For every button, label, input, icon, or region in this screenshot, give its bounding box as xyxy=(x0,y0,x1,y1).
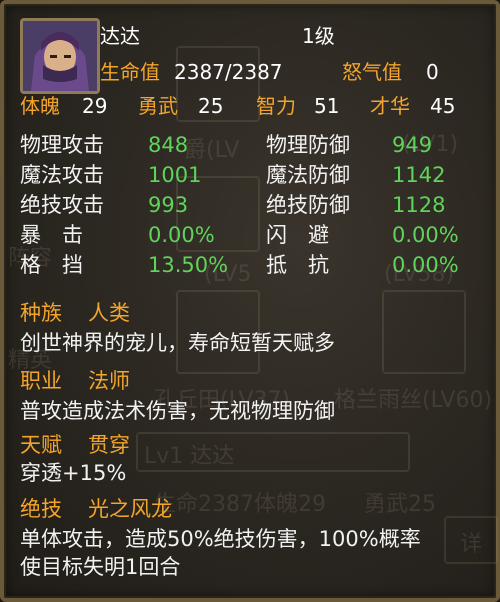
talent-header: 天赋 xyxy=(20,433,62,457)
race-name: 人类 xyxy=(88,301,130,325)
combat-label-mag-atk: 魔法攻击 xyxy=(20,163,104,187)
combat-label-mag-def: 魔法防御 xyxy=(266,163,350,187)
rage-value: 0 xyxy=(426,60,439,84)
stat-label-physique: 体魄 xyxy=(20,94,60,118)
combat-label-block: 格 挡 xyxy=(20,253,83,277)
combat-value-mag-def: 1142 xyxy=(392,163,446,187)
stat-value-intelligence: 51 xyxy=(314,94,340,118)
combat-label-resist: 抵 抗 xyxy=(266,253,329,277)
character-avatar[interactable] xyxy=(20,18,100,94)
stat-value-talent: 45 xyxy=(430,94,456,118)
stat-label-talent: 才华 xyxy=(370,94,410,118)
combat-value-skill-atk: 993 xyxy=(148,193,189,217)
background-text: 体魄29 xyxy=(254,492,326,517)
job-name: 法师 xyxy=(88,369,130,393)
avatar-portrait-icon xyxy=(23,21,97,91)
talent-description: 穿透+15% xyxy=(20,461,127,485)
combat-value-resist: 0.00% xyxy=(392,253,459,277)
background-text: 勇武25 xyxy=(364,492,436,517)
race-header: 种族 xyxy=(20,301,62,325)
skill-name: 光之风龙 xyxy=(88,497,172,521)
combat-value-dodge: 0.00% xyxy=(392,223,459,247)
combat-value-block: 13.50% xyxy=(148,253,229,277)
stat-value-physique: 29 xyxy=(82,94,108,118)
combat-label-phys-atk: 物理攻击 xyxy=(20,133,104,157)
background-portrait-frame xyxy=(382,290,466,374)
combat-label-skill-def: 绝技防御 xyxy=(266,193,350,217)
background-text: Lv1 达达 xyxy=(144,444,235,469)
background-text: 格兰雨丝(LV60) xyxy=(334,388,493,413)
stat-label-intelligence: 智力 xyxy=(256,94,296,118)
combat-label-crit: 暴 击 xyxy=(20,223,83,247)
stat-label-bravery: 勇武 xyxy=(138,94,178,118)
character-name: 达达 xyxy=(100,24,140,48)
skill-header: 绝技 xyxy=(20,497,62,521)
stat-value-bravery: 25 xyxy=(198,94,224,118)
character-info-panel: 爵(LV (LV1) (LV5 (LV58) 孔丘田(LV37) 格兰雨丝(LV… xyxy=(0,0,500,602)
skill-description-line1: 单体攻击，造成50%绝技伤害，100%概率 xyxy=(20,527,421,551)
job-header: 职业 xyxy=(20,369,62,393)
combat-value-mag-atk: 1001 xyxy=(148,163,202,187)
combat-value-phys-def: 949 xyxy=(392,133,433,157)
race-description: 创世神界的宠儿，寿命短暂天赋多 xyxy=(20,331,335,355)
combat-value-crit: 0.00% xyxy=(148,223,215,247)
rage-label: 怒气值 xyxy=(342,60,402,84)
job-description: 普攻造成法术伤害，无视物理防御 xyxy=(20,399,335,423)
hp-value: 2387/2387 xyxy=(174,60,283,84)
character-level: 1级 xyxy=(302,24,335,48)
combat-value-phys-atk: 848 xyxy=(148,133,189,157)
talent-name: 贯穿 xyxy=(88,433,130,457)
combat-label-skill-atk: 绝技攻击 xyxy=(20,193,104,217)
hp-label: 生命值 xyxy=(100,60,160,84)
background-text: 爵(LV xyxy=(184,138,240,163)
skill-description-line2: 使目标失明1回合 xyxy=(20,555,181,579)
background-text: 详 xyxy=(460,532,483,557)
combat-label-phys-def: 物理防御 xyxy=(266,133,350,157)
combat-label-dodge: 闪 避 xyxy=(266,223,329,247)
combat-value-skill-def: 1128 xyxy=(392,193,446,217)
